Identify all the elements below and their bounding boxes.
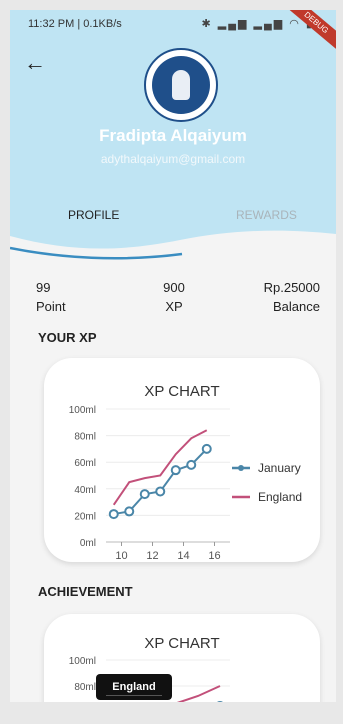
chart-title: XP CHART (144, 635, 219, 652)
signal-wifi-battery-icon: ✱ ▂▄▆ ▂▄▆ ◠ ▮ (201, 18, 314, 30)
tooltip-underline (106, 695, 162, 696)
series-line-january (113, 448, 208, 516)
y-tick-label: 60ml (74, 458, 96, 469)
x-tick-label: 10 (115, 550, 127, 562)
achievement-line-chart: XP CHART 100ml 80ml (69, 635, 230, 702)
header-wave (10, 230, 336, 264)
status-time: 11:32 PM | 0.1KB/s (28, 18, 122, 30)
xp-line-chart: XP CHART 0ml 20ml 40ml 60ml 80ml 100ml 10 12 14 16… (69, 383, 302, 562)
data-point-january (201, 443, 212, 454)
data-point-january (108, 509, 119, 520)
stat-balance: Rp.25000 Balance (264, 280, 320, 314)
avatar (144, 48, 218, 122)
chart-tooltip: England (96, 674, 172, 700)
data-point-january (139, 489, 150, 500)
y-tick-label: 0ml (80, 538, 96, 549)
stat-points-label: Point (36, 299, 66, 314)
stat-balance-label: Balance (273, 299, 320, 314)
y-tick-label: 20ml (74, 511, 96, 522)
stat-xp-value: 900 (163, 280, 185, 295)
achievement-chart-card: XP CHART 100ml 80ml (44, 614, 320, 702)
x-tick-label: 12 (146, 550, 158, 562)
achievement-heading: ACHIEVEMENT (38, 584, 133, 599)
stat-points: 99 Point (36, 280, 66, 314)
stat-xp-label: XP (165, 299, 183, 314)
tab-profile[interactable]: PROFILE (68, 208, 119, 222)
back-arrow-icon[interactable]: ← (24, 52, 50, 78)
your-xp-heading: YOUR XP (38, 330, 97, 345)
xp-chart-card: XP CHART 0ml 20ml 40ml 60ml 80ml 100ml 10 12 14 16… (44, 358, 320, 562)
y-tick-label: 80ml (74, 682, 96, 693)
profile-header: 11:32 PM | 0.1KB/s ✱ ▂▄▆ ▂▄▆ ◠ ▮ DEBUG ←… (10, 10, 336, 250)
data-point-january (170, 465, 181, 476)
legend-marker-january (238, 465, 244, 471)
y-tick-label: 80ml (74, 432, 96, 443)
status-bar: 11:32 PM | 0.1KB/s ✱ ▂▄▆ ▂▄▆ ◠ ▮ DEBUG (10, 10, 336, 55)
avatar-badge (152, 56, 210, 114)
tooltip-label: England (112, 681, 156, 693)
y-tick-label: 100ml (69, 656, 96, 667)
data-point-january (186, 459, 197, 470)
avatar-person-icon (172, 70, 190, 100)
data-point-january (124, 506, 135, 517)
data-point-january (155, 486, 166, 497)
x-tick-label: 14 (177, 550, 189, 562)
user-email: adythalqaiyum@gmail.com (100, 152, 246, 166)
tab-rewards[interactable]: REWARDS (236, 208, 297, 222)
y-tick-label: 40ml (74, 485, 96, 496)
stat-xp: 900 XP (149, 280, 199, 314)
phone-screen: 11:32 PM | 0.1KB/s ✱ ▂▄▆ ▂▄▆ ◠ ▮ DEBUG ←… (10, 10, 336, 702)
chart-title: XP CHART (144, 383, 219, 400)
series-line-england (176, 685, 221, 702)
user-name: Fradipta Alqaiyum (99, 126, 247, 145)
legend-label-england: England (258, 490, 302, 504)
x-tick-label: 16 (208, 550, 220, 562)
stat-points-value: 99 (36, 280, 51, 295)
y-tick-label: 100ml (69, 405, 96, 416)
legend-label-january: January (258, 461, 301, 475)
stat-balance-value: Rp.25000 (263, 280, 320, 295)
